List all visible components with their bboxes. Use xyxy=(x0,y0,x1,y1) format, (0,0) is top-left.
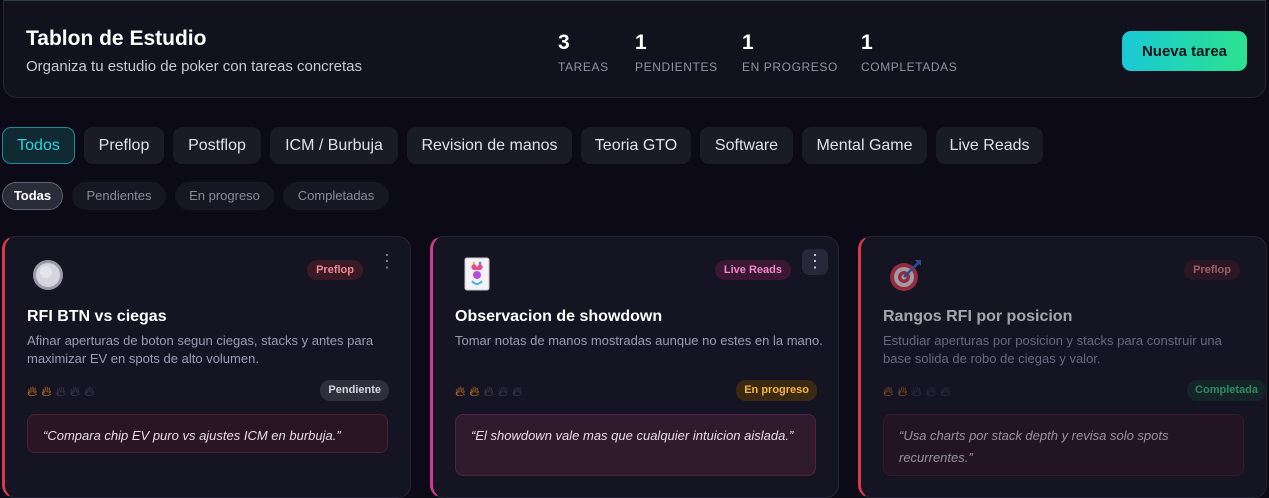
category-badge: Live Reads xyxy=(714,260,791,280)
new-task-button[interactable]: Nueva tarea xyxy=(1122,31,1247,71)
joker-card-icon xyxy=(464,257,500,293)
flame-icon: 🔥︎ xyxy=(27,383,42,399)
task-note: “Usa charts por stack depth y revisa sol… xyxy=(883,414,1244,476)
task-description: Estudiar aperturas por posicion y stacks… xyxy=(883,333,1222,366)
flame-icon: 🔥︎ xyxy=(883,383,898,399)
tab-icm-burbuja[interactable]: ICM / Burbuja xyxy=(270,127,398,164)
flame-icon: 🔥︎ xyxy=(925,383,941,399)
tab-todos[interactable]: Todos xyxy=(2,127,75,164)
priority-rating: 🔥︎🔥︎🔥︎🔥︎🔥︎ xyxy=(27,383,98,400)
flame-icon: 🔥︎ xyxy=(55,383,70,399)
priority-rating: 🔥︎🔥︎🔥︎🔥︎🔥︎ xyxy=(455,383,526,400)
task-title: Rangos RFI por posicion xyxy=(883,308,1073,325)
task-title: Observacion de showdown xyxy=(455,308,663,325)
task-description: Afinar aperturas de boton segun ciegas, … xyxy=(27,333,374,366)
stat-value: 1 xyxy=(861,31,873,54)
priority-rating: 🔥︎🔥︎🔥︎🔥︎🔥︎ xyxy=(883,383,954,400)
stat-tasks: 3 TAREAS xyxy=(558,31,609,74)
page-subtitle: Organiza tu estudio de poker con tareas … xyxy=(26,58,363,75)
stat-completed: 1 COMPLETADAS xyxy=(861,31,957,74)
stat-label: TAREAS xyxy=(558,60,609,74)
status-badge: Pendiente xyxy=(320,380,389,401)
category-badge: Preflop xyxy=(1184,260,1240,280)
stat-value: 3 xyxy=(558,31,570,54)
task-note: “El showdown vale mas que cualquier intu… xyxy=(455,414,816,476)
filter-completadas[interactable]: Completadas xyxy=(283,182,389,210)
status-badge: Completada xyxy=(1187,380,1266,401)
category-badge: Preflop xyxy=(307,260,363,280)
task-description: Tomar notas de manos mostradas aunque no… xyxy=(455,333,823,348)
filter-en-progreso[interactable]: En progreso xyxy=(175,182,274,210)
task-note: “Compara chip EV puro vs ajustes ICM en … xyxy=(27,414,388,453)
status-badge: En progreso xyxy=(736,380,817,401)
tab-postflop[interactable]: Postflop xyxy=(173,127,261,164)
flame-icon: 🔥︎ xyxy=(84,383,99,399)
target-dart-icon xyxy=(888,257,924,293)
flame-icon: 🔥︎ xyxy=(469,383,484,399)
filter-pendientes[interactable]: Pendientes xyxy=(72,182,166,210)
dashboard-header: Tablon de Estudio Organiza tu estudio de… xyxy=(3,0,1266,98)
more-options-icon[interactable]: ⋮ xyxy=(802,249,828,275)
flame-icon: 🔥︎ xyxy=(483,383,498,399)
stat-value: 1 xyxy=(635,31,647,54)
tab-software[interactable]: Software xyxy=(700,127,793,164)
stat-label: EN PROGRESO xyxy=(742,60,838,74)
tab-teoria-gto[interactable]: Teoria GTO xyxy=(581,127,691,164)
tab-live-reads[interactable]: Live Reads xyxy=(936,127,1043,164)
poker-chip-icon xyxy=(30,257,66,293)
task-card[interactable]: Preflop Rangos RFI por posicion Estudiar… xyxy=(858,236,1267,498)
task-title: RFI BTN vs ciegas xyxy=(27,308,167,325)
more-options-icon[interactable]: ⋮ xyxy=(374,249,400,275)
stat-label: COMPLETADAS xyxy=(861,60,958,74)
flame-icon: 🔥︎ xyxy=(911,383,926,399)
stat-value: 1 xyxy=(742,31,754,54)
flame-icon: 🔥︎ xyxy=(497,383,513,399)
flame-icon: 🔥︎ xyxy=(940,383,955,399)
tab-revision-de-manos[interactable]: Revision de manos xyxy=(407,127,572,164)
flame-icon: 🔥︎ xyxy=(512,383,527,399)
stat-label: PENDIENTES xyxy=(635,60,718,74)
task-card[interactable]: Preflop ⋮ RFI BTN vs ciegas Afinar apert… xyxy=(2,236,411,498)
tab-mental-game[interactable]: Mental Game xyxy=(802,127,927,164)
filter-todas[interactable]: Todas xyxy=(2,182,63,210)
tab-preflop[interactable]: Preflop xyxy=(84,127,164,164)
flame-icon: 🔥︎ xyxy=(897,383,912,399)
stat-pending: 1 PENDIENTES xyxy=(635,31,718,74)
flame-icon: 🔥︎ xyxy=(455,383,470,399)
flame-icon: 🔥︎ xyxy=(69,383,85,399)
task-card[interactable]: Live Reads ⋮ Observacion de showdown Tom… xyxy=(430,236,839,498)
stat-in-progress: 1 EN PROGRESO xyxy=(742,31,838,74)
page-title: Tablon de Estudio xyxy=(26,27,207,50)
flame-icon: 🔥︎ xyxy=(41,383,56,399)
